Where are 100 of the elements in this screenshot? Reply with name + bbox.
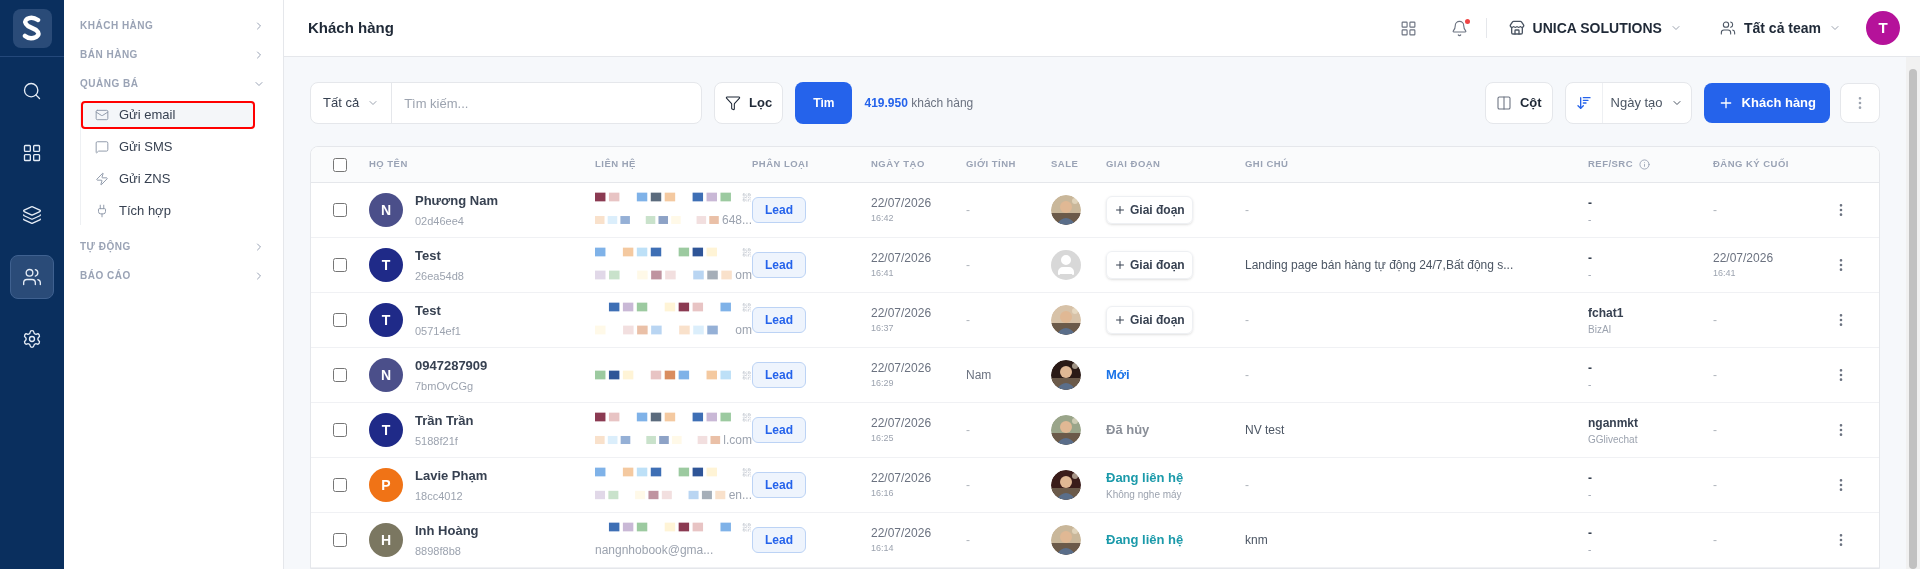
last-signup-date: - <box>1713 312 1718 329</box>
store-icon <box>1508 20 1525 36</box>
scrollbar[interactable] <box>1906 57 1920 569</box>
column-header: GIỚI TÍNH <box>966 157 1016 172</box>
gender-text: Nam <box>966 367 992 384</box>
created-date: 22/07/2026 <box>871 195 933 213</box>
company-selector[interactable]: UNICA SOLUTIONS <box>1508 17 1682 39</box>
customer-code: 26ea54d8 <box>415 268 464 284</box>
created-date: 22/07/2026 <box>871 305 933 323</box>
gender-text: - <box>966 422 970 439</box>
row-checkbox[interactable] <box>333 313 347 327</box>
team-selector[interactable]: Tất cả team <box>1719 17 1841 39</box>
customer-avatar: T <box>369 413 403 447</box>
column-header: NGÀY TẠO <box>871 157 925 172</box>
type-badge: Lead <box>752 252 806 278</box>
created-date: 22/07/2026 <box>871 470 933 488</box>
customer-name[interactable]: Trần Trần <box>415 411 474 431</box>
customer-avatar: P <box>369 468 403 502</box>
plus-icon <box>1114 204 1126 216</box>
customer-avatar: N <box>369 358 403 392</box>
customer-name[interactable]: Test <box>415 301 461 321</box>
customer-code: 02d46ee4 <box>415 213 465 229</box>
created-time: 16:14 <box>871 542 895 556</box>
envelope-icon <box>95 108 109 122</box>
sidebar-item[interactable]: Tích hợp <box>81 197 273 225</box>
columns-button[interactable]: Cột <box>1484 82 1553 124</box>
note-text: Landing page bán hàng tự động 24/7,Bất động s... <box>1245 257 1514 274</box>
customer-code: 5188f21f <box>415 433 459 449</box>
type-badge: Lead <box>752 362 806 388</box>
gender-text: - <box>966 257 970 274</box>
settings-icon <box>22 329 42 349</box>
source-text: - <box>1588 377 1593 392</box>
sidebar-item[interactable]: Gửi SMS <box>81 133 273 161</box>
created-time: 16:16 <box>871 487 895 501</box>
row-checkbox[interactable] <box>333 203 347 217</box>
last-signup-date: 22/07/2026 <box>1713 250 1775 268</box>
add-stage-button[interactable]: Giai đoạn <box>1106 306 1193 334</box>
row-checkbox[interactable] <box>333 478 347 492</box>
apps-icon[interactable] <box>1399 19 1417 37</box>
note-text: - <box>1245 312 1249 329</box>
ref-text: - <box>1588 249 1593 267</box>
gender-text: - <box>966 532 970 549</box>
sidebar-item[interactable]: Gửi email <box>81 101 255 129</box>
note-text: knm <box>1245 532 1268 549</box>
sort-dropdown[interactable]: Ngày tạo <box>1564 82 1692 124</box>
sidebar-item[interactable]: Gửi ZNS <box>81 165 273 193</box>
customer-name[interactable]: Lavie Phạm <box>415 466 488 486</box>
created-date: 22/07/2026 <box>871 525 933 543</box>
row-checkbox[interactable] <box>333 423 347 437</box>
scope-dropdown[interactable]: Tất cả <box>311 83 393 123</box>
ref-text: - <box>1588 524 1593 542</box>
ref-text: - <box>1588 194 1593 212</box>
source-text: - <box>1588 267 1593 282</box>
contact-text: om <box>735 266 752 284</box>
page-title: Khách hàng <box>308 17 394 38</box>
column-header: GHI CHÚ <box>1245 157 1289 172</box>
filter-button[interactable]: Lọc <box>714 82 784 124</box>
created-time: 16:41 <box>871 267 895 281</box>
column-header: ĐĂNG KÝ CUỐI <box>1713 157 1789 172</box>
notification-bell-icon[interactable] <box>1450 19 1468 37</box>
add-stage-button[interactable]: Giai đoạn <box>1106 251 1193 279</box>
columns-icon <box>1495 95 1512 111</box>
user-avatar[interactable]: T <box>1866 11 1900 45</box>
select-all-checkbox[interactable] <box>333 157 347 172</box>
note-text: - <box>1245 202 1249 219</box>
add-stage-button[interactable]: Giai đoạn <box>1106 196 1193 224</box>
search-field[interactable]: Tất cả Tìm kiếm... <box>310 82 702 124</box>
customer-name[interactable]: Inh Hoàng <box>415 521 479 541</box>
contact-text: nangnhobook@gma... <box>595 541 715 559</box>
stage-reason: Không nghe máy <box>1106 488 1183 503</box>
search-button[interactable]: Tìm <box>795 82 853 124</box>
info-icon <box>1639 159 1651 170</box>
ref-text: nganmkt <box>1588 414 1639 432</box>
customer-name[interactable]: Test <box>415 246 464 266</box>
row-checkbox[interactable] <box>333 258 347 272</box>
users-icon <box>22 267 42 287</box>
contact-text: om <box>735 321 752 339</box>
source-text: - <box>1588 487 1593 502</box>
ref-text: - <box>1588 469 1593 487</box>
add-customer-button[interactable]: Khách hàng <box>1703 83 1830 123</box>
last-signup-time: 16:41 <box>1713 267 1737 281</box>
filter-icon <box>725 95 741 111</box>
layers-icon <box>22 205 42 225</box>
customer-name[interactable]: 0947287909 <box>415 356 488 376</box>
customer-name[interactable]: Phương Nam <box>415 191 498 211</box>
column-header: REF/SRC <box>1588 157 1634 172</box>
row-checkbox[interactable] <box>333 368 347 382</box>
type-badge: Lead <box>752 197 806 223</box>
customer-avatar: H <box>369 523 403 557</box>
type-badge: Lead <box>752 472 806 498</box>
search-icon <box>22 81 42 101</box>
row-checkbox[interactable] <box>333 533 347 547</box>
users-nav-button[interactable] <box>10 255 54 299</box>
ref-text: - <box>1588 359 1593 377</box>
note-text: NV test <box>1245 422 1285 439</box>
stage-label[interactable]: Mới <box>1106 365 1245 385</box>
gender-text: - <box>966 312 970 329</box>
plus-icon <box>1114 314 1126 326</box>
created-date: 22/07/2026 <box>871 250 933 268</box>
column-header: HỌ TÊN <box>369 157 408 172</box>
